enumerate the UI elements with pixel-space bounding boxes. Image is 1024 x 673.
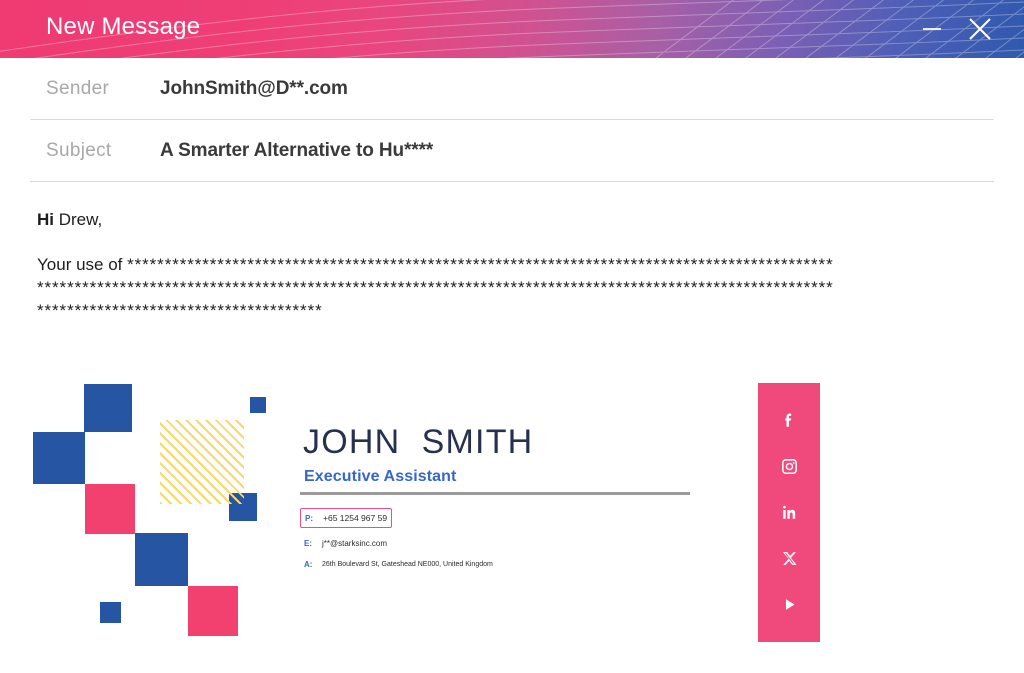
contact-line-addr[interactable]: A: 26th Boulevard St, Gateshead NE000, Un… xyxy=(300,555,700,573)
x-twitter-icon[interactable] xyxy=(774,544,804,574)
deco-square xyxy=(135,533,188,586)
greeting-bold: Hi xyxy=(37,210,54,229)
contact-value: j**@starksinc.com xyxy=(322,538,388,548)
contact-value: +65 1254 967 59 xyxy=(323,513,388,523)
subject-input[interactable]: A Smarter Alternative to Hu**** xyxy=(160,140,1024,162)
signature-geometric-decoration xyxy=(0,370,290,655)
deco-hatched-square xyxy=(160,420,244,504)
youtube-icon[interactable] xyxy=(774,590,804,620)
contact-line-phone[interactable]: P: +65 1254 967 59 xyxy=(300,508,392,528)
signature-contact-list: P: +65 1254 967 59 E: j**@starksinc.com A: 26… xyxy=(300,508,700,576)
deco-square xyxy=(250,397,266,413)
window-title: New Message xyxy=(46,13,201,40)
body-paragraph-lead: Your use of xyxy=(37,255,128,274)
contact-key: E: xyxy=(304,538,312,548)
subject-label: Subject xyxy=(46,139,112,161)
signature-name: JOHN SMITH xyxy=(303,423,534,461)
contact-key: A: xyxy=(304,559,313,569)
contact-key: P: xyxy=(305,513,313,523)
minimize-icon xyxy=(923,28,941,30)
deco-square xyxy=(33,432,85,484)
deco-square xyxy=(85,484,135,534)
subject-row: Subject A Smarter Alternative to Hu**** xyxy=(0,120,1024,181)
greeting-line: Hi Drew, xyxy=(37,210,102,230)
contact-line-email[interactable]: E: j**@starksinc.com xyxy=(300,534,700,552)
linkedin-icon[interactable] xyxy=(774,497,804,527)
email-signature: JOHN SMITH Executive Assistant P: +65 125… xyxy=(0,370,1024,660)
window-titlebar: New Message xyxy=(0,0,1024,58)
signature-divider xyxy=(300,492,690,495)
instagram-icon[interactable] xyxy=(774,451,804,481)
close-icon xyxy=(969,18,991,40)
deco-square xyxy=(84,384,132,432)
contact-value: 26th Boulevard St, Gateshead NE000, Unit… xyxy=(322,560,493,568)
sender-input[interactable]: JohnSmith@D**.com xyxy=(160,78,1024,100)
sender-label: Sender xyxy=(46,77,110,99)
minimize-button[interactable] xyxy=(910,0,954,58)
close-button[interactable] xyxy=(958,0,1002,58)
subject-divider xyxy=(30,181,994,182)
deco-square xyxy=(188,586,238,636)
signature-social-bar xyxy=(758,383,820,642)
greeting-recipient: Drew, xyxy=(54,210,103,229)
body-paragraph: Your use of ****************************… xyxy=(37,253,837,322)
signature-role: Executive Assistant xyxy=(304,468,457,485)
deco-square xyxy=(100,602,121,623)
new-message-window: New Message Sender JohnSmith@D**.com Sub… xyxy=(0,0,1024,673)
facebook-icon[interactable] xyxy=(774,405,804,435)
body-paragraph-redacted: ****************************************… xyxy=(37,255,834,320)
sender-row: Sender JohnSmith@D**.com xyxy=(0,58,1024,119)
